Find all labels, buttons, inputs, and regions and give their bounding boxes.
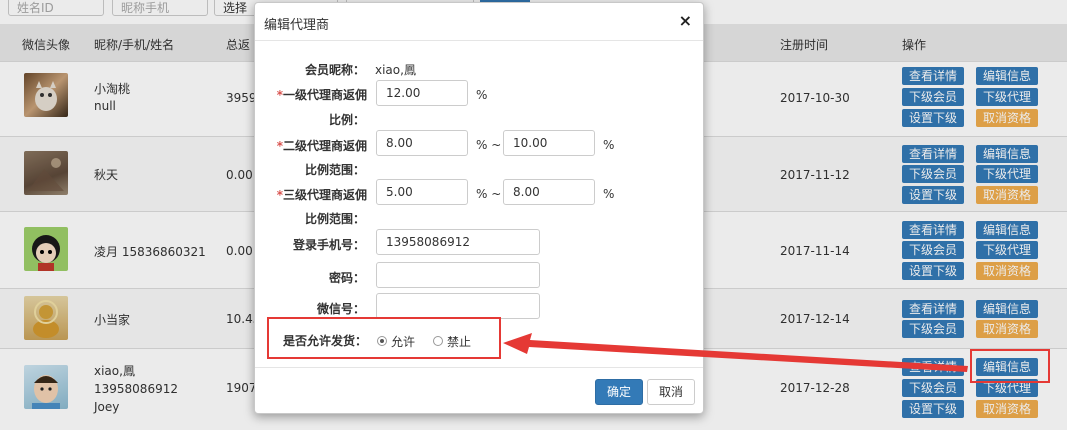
annotation-arrow-icon (503, 333, 968, 372)
